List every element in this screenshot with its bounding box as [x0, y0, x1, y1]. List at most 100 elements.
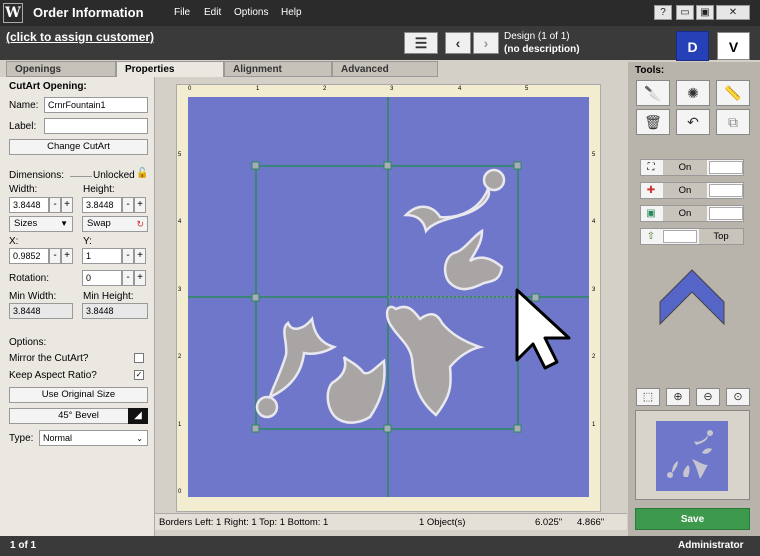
y-increment-button[interactable]: +: [134, 248, 146, 264]
y-field[interactable]: 1: [82, 248, 122, 264]
aspect-ratio-checkbox[interactable]: ✓: [134, 370, 144, 380]
tab-alignment[interactable]: Alignment: [224, 61, 332, 77]
current-user: Administrator: [678, 540, 744, 551]
ruler-tick-label: 4: [592, 219, 596, 225]
name-label: Name:: [9, 100, 39, 111]
zoom-selection-icon[interactable]: ⬚: [636, 388, 660, 406]
menu-edit[interactable]: Edit: [204, 7, 221, 18]
top-ruler: 0 1 2 3 4 5: [188, 86, 589, 96]
menu-options[interactable]: Options: [234, 7, 268, 18]
page-indicator: 1 of 1: [10, 540, 37, 551]
ruler-tick-label: 4: [178, 219, 182, 225]
toggle-switch[interactable]: [709, 184, 743, 197]
tools-label: Tools:: [635, 65, 665, 76]
ruler-tick-label: 1: [178, 422, 182, 428]
mouse-cursor-icon: [515, 288, 571, 370]
height-decrement-button[interactable]: -: [122, 197, 134, 213]
undo-icon[interactable]: ↶: [676, 109, 710, 135]
thumbnail-preview[interactable]: [635, 410, 750, 500]
trash-icon[interactable]: 🗑: [636, 109, 670, 135]
name-field[interactable]: CrnrFountain1: [44, 97, 148, 113]
change-cutart-button[interactable]: Change CutArt: [9, 139, 148, 155]
rotation-field[interactable]: 0: [82, 270, 122, 286]
knife-icon[interactable]: 🔪: [636, 80, 670, 106]
x-increment-button[interactable]: +: [61, 248, 73, 264]
nudge-up-icon[interactable]: [658, 268, 726, 328]
rotation-increment-button[interactable]: +: [134, 270, 146, 286]
previous-design-button[interactable]: ‹: [445, 32, 471, 54]
x-label: X:: [9, 236, 19, 247]
min-width-label: Min Width:: [9, 291, 57, 302]
ruler-icon[interactable]: 📏: [716, 80, 750, 106]
rotation-decrement-button[interactable]: -: [122, 270, 134, 286]
header-bar: (click to assign customer) ☰ ‹ › Design …: [0, 26, 760, 60]
design-count: Design (1 of 1): [504, 31, 570, 42]
type-dropdown[interactable]: Normal ⌄: [39, 430, 148, 446]
zoom-out-icon[interactable]: ⊖: [696, 388, 720, 406]
tab-advanced[interactable]: Advanced: [332, 61, 438, 77]
ruler-tick-label: 0: [188, 86, 192, 92]
ruler-tick-label: 3: [390, 86, 394, 92]
label-field[interactable]: [44, 118, 148, 134]
corner-handles-icon: ⛶: [647, 162, 655, 173]
divider: [70, 176, 92, 177]
tab-openings[interactable]: Openings: [6, 61, 116, 77]
swap-button[interactable]: Swap ↻: [82, 216, 148, 232]
toggle-switch[interactable]: [709, 207, 743, 220]
menu-file[interactable]: File: [174, 7, 190, 18]
maximize-button[interactable]: ▣: [696, 5, 714, 20]
width-increment-button[interactable]: +: [61, 197, 73, 213]
chevron-down-icon: ⌄: [136, 434, 143, 443]
ruler-tick-label: 1: [256, 86, 260, 92]
tab-properties[interactable]: Properties: [116, 61, 224, 78]
toggle-switch[interactable]: [663, 230, 697, 243]
mirror-checkbox[interactable]: [134, 353, 144, 363]
zoom-fit-icon[interactable]: ⊙: [726, 388, 750, 406]
x-decrement-button[interactable]: -: [49, 248, 61, 264]
help-button[interactable]: ?: [654, 5, 672, 20]
min-width-field: 3.8448: [9, 303, 73, 319]
ruler-tick-label: 3: [178, 287, 182, 293]
coord-y: 4.866": [577, 517, 605, 528]
toggle-row-frame[interactable]: ▣ On: [640, 205, 744, 222]
height-label: Height:: [83, 184, 115, 195]
bevel-color-icon[interactable]: ◢: [128, 408, 148, 424]
options-label: Options:: [9, 337, 47, 348]
width-field[interactable]: 3.8448: [9, 197, 49, 213]
toggle-switch[interactable]: [709, 161, 743, 174]
visualize-view-button[interactable]: V: [717, 32, 750, 60]
thumbnail-drawing: [667, 430, 713, 479]
assign-customer-link[interactable]: (click to assign customer): [6, 30, 154, 44]
ruler-tick-label: 1: [592, 422, 596, 428]
height-field[interactable]: 3.8448: [82, 197, 122, 213]
menu-help[interactable]: Help: [281, 7, 302, 18]
close-button[interactable]: ✕: [716, 5, 750, 20]
toggle-row-layer[interactable]: ⇧ Top: [640, 228, 744, 245]
toggle-row-crosshair[interactable]: ✚ On: [640, 182, 744, 199]
toggle-row-handles[interactable]: ⛶ On: [640, 159, 744, 176]
ruler-tick-label: 5: [592, 152, 596, 158]
use-original-size-button[interactable]: Use Original Size: [9, 387, 148, 403]
sizes-label: Sizes: [14, 218, 38, 229]
minimize-button[interactable]: ▭: [676, 5, 694, 20]
hamburger-menu-icon[interactable]: ☰: [404, 32, 438, 54]
sizes-dropdown[interactable]: Sizes ▼: [9, 216, 73, 232]
status-bar: Borders Left: 1 Right: 1 Top: 1 Bottom: …: [155, 513, 627, 530]
frame-icon: ▣: [646, 208, 656, 219]
next-design-button[interactable]: ›: [473, 32, 499, 54]
x-field[interactable]: 0.9852: [9, 248, 49, 264]
layers-icon[interactable]: ⧉: [716, 109, 750, 135]
width-decrement-button[interactable]: -: [49, 197, 61, 213]
thumbnail-mat: [656, 421, 728, 491]
starburst-icon[interactable]: ✺: [676, 80, 710, 106]
height-increment-button[interactable]: +: [134, 197, 146, 213]
title-bar: W Order Information File Edit Options He…: [0, 0, 760, 26]
design-view-button[interactable]: D: [676, 31, 709, 61]
coord-x: 6.025": [535, 517, 563, 528]
toggle-label: On: [663, 183, 707, 198]
save-button[interactable]: Save: [635, 508, 750, 530]
zoom-in-icon[interactable]: ⊕: [666, 388, 690, 406]
y-decrement-button[interactable]: -: [122, 248, 134, 264]
unlock-icon[interactable]: 🔓: [136, 168, 148, 179]
object-count: 1 Object(s): [419, 517, 466, 528]
